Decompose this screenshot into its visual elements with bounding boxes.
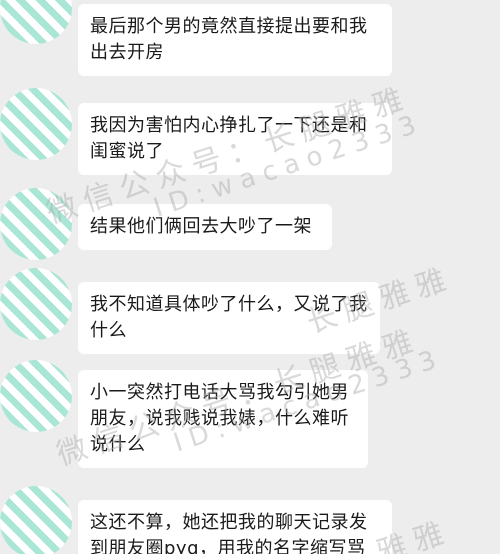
- message-text: 这还不算，她还把我的聊天记录发到朋友圈pyq，用我的名字缩写骂: [90, 512, 368, 554]
- message-text: 结果他们俩回去大吵了一架: [90, 216, 312, 237]
- chat-window: 最后那个男的竟然直接提出要和我出去开房 我因为害怕内心挣扎了一下还是和闺蜜说了 …: [0, 0, 500, 554]
- message-text: 最后那个男的竟然直接提出要和我出去开房: [90, 16, 368, 63]
- avatar[interactable]: [0, 268, 72, 340]
- message-bubble: 我不知道具体吵了什么，又说了我什么: [78, 282, 380, 354]
- message-text: 小一突然打电话大骂我勾引她男朋友，说我贱说我婊，什么难听说什么: [90, 382, 349, 455]
- message-bubble: 我因为害怕内心挣扎了一下还是和闺蜜说了: [78, 103, 392, 175]
- message-bubble: 这还不算，她还把我的聊天记录发到朋友圈pyq，用我的名字缩写骂: [78, 500, 392, 554]
- avatar[interactable]: [0, 188, 72, 260]
- message-bubble: 最后那个男的竟然直接提出要和我出去开房: [78, 4, 392, 76]
- avatar[interactable]: [0, 88, 72, 160]
- message-bubble: 结果他们俩回去大吵了一架: [78, 204, 332, 250]
- message-bubble: 小一突然打电话大骂我勾引她男朋友，说我贱说我婊，什么难听说什么: [78, 370, 368, 468]
- avatar[interactable]: [0, 486, 72, 554]
- avatar[interactable]: [0, 0, 72, 44]
- message-text: 我不知道具体吵了什么，又说了我什么: [90, 294, 368, 341]
- message-text: 我因为害怕内心挣扎了一下还是和闺蜜说了: [90, 115, 368, 162]
- avatar[interactable]: [0, 360, 72, 432]
